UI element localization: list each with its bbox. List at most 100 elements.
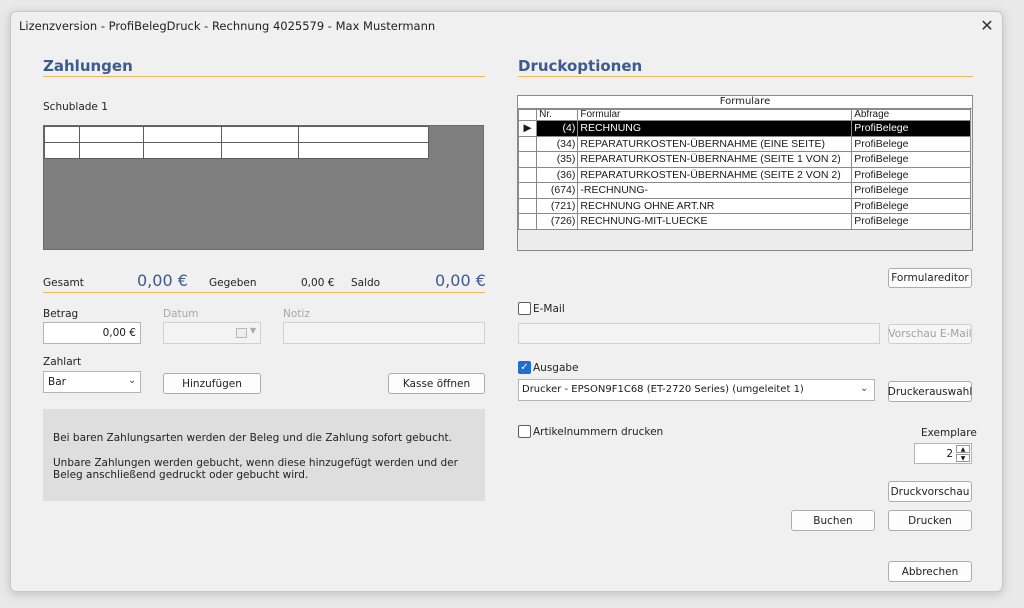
form-query: ProfiBelege: [851, 182, 971, 199]
payment-type-value: Bar: [48, 376, 66, 388]
form-nr: (721): [536, 197, 579, 214]
form-name: RECHNUNG: [577, 120, 853, 137]
payments-heading: Zahlungen: [43, 57, 133, 75]
printer-select[interactable]: Drucker - EPSON9F1C68 (ET-2720 Series) (…: [518, 379, 875, 401]
chevron-down-icon: ⌄: [860, 383, 869, 394]
form-row[interactable]: (34) REPARATURKOSTEN-ÜBERNAHME (EINE SEI…: [517, 135, 971, 152]
form-row[interactable]: (726) RECHNUNG-MIT-LUECKE ProfiBelege: [517, 213, 971, 230]
grid-cell: [143, 126, 222, 143]
form-query: ProfiBelege: [851, 151, 971, 168]
payments-grid-header-row: [44, 126, 429, 143]
info-box: Bei baren Zahlungsarten werden der Beleg…: [43, 409, 485, 501]
article-numbers-checkbox[interactable]: [518, 425, 531, 438]
grid-cell: [221, 142, 299, 159]
form-name: REPARATURKOSTEN-ÜBERNAHME (SEITE 1 VON 2…: [577, 151, 853, 168]
note-label: Notiz: [283, 308, 310, 320]
form-nr: (674): [536, 182, 579, 199]
form-query: ProfiBelege: [851, 135, 971, 152]
close-icon[interactable]: ✕: [977, 16, 997, 36]
grid-cell: [44, 126, 80, 143]
totals-divider: [43, 292, 485, 293]
article-numbers-label: Artikelnummern drucken: [533, 425, 664, 438]
payments-grid[interactable]: [43, 125, 484, 250]
form-name: RECHNUNG OHNE ART.NR: [577, 197, 853, 214]
copies-label: Exemplare: [921, 427, 977, 439]
print-options-heading: Druckoptionen: [518, 57, 643, 75]
date-label: Datum: [163, 308, 199, 320]
printer-select-button[interactable]: Druckerauswahl: [888, 381, 972, 402]
form-nr: (35): [536, 151, 579, 168]
form-editor-button[interactable]: Formulareditor: [888, 268, 972, 288]
form-nr: (726): [536, 213, 579, 230]
column-header-abfrage[interactable]: Abfrage: [851, 109, 971, 121]
row-indicator-header: [517, 109, 538, 121]
printer-select-value: Drucker - EPSON9F1C68 (ET-2720 Series) (…: [522, 384, 804, 395]
form-name: RECHNUNG-MIT-LUECKE: [577, 213, 853, 230]
forms-grid: Nr. Formular Abfrage ▶ (4) RECHNUNG Prof…: [517, 109, 971, 230]
payment-type-select[interactable]: Bar ⌄: [43, 371, 141, 393]
balance-value: 0,00 €: [435, 271, 486, 290]
note-input: [283, 322, 485, 344]
print-preview-button[interactable]: Druckvorschau: [888, 481, 972, 502]
form-row[interactable]: (35) REPARATURKOSTEN-ÜBERNAHME (SEITE 1 …: [517, 151, 971, 168]
date-picker: ▼: [163, 322, 261, 344]
payment-type-label: Zahlart: [43, 356, 82, 368]
grid-cell: [44, 142, 80, 159]
form-nr: (34): [536, 135, 579, 152]
form-row[interactable]: (674) -RECHNUNG- ProfiBelege: [517, 182, 971, 199]
row-indicator: [517, 213, 538, 230]
forms-table[interactable]: Formulare Nr. Formular Abfrage ▶ (4) REC…: [517, 95, 973, 251]
row-indicator: [517, 197, 538, 214]
amount-label: Betrag: [43, 308, 79, 320]
given-label: Gegeben: [209, 277, 257, 289]
spin-up-icon[interactable]: ▲: [956, 445, 970, 453]
total-value: 0,00 €: [137, 271, 188, 290]
grid-cell: [79, 126, 144, 143]
output-checkbox-checkmark-icon[interactable]: ✓: [518, 361, 531, 374]
form-query: ProfiBelege: [851, 213, 971, 230]
form-name: REPARATURKOSTEN-ÜBERNAHME (SEITE 2 VON 2…: [577, 166, 853, 183]
email-checkbox[interactable]: [518, 302, 531, 315]
form-nr: (4): [536, 120, 579, 137]
output-checkbox-row[interactable]: ✓ Ausgabe: [518, 361, 579, 374]
grid-cell: [298, 142, 429, 159]
add-payment-button[interactable]: Hinzufügen: [163, 373, 261, 394]
payments-grid-row[interactable]: [44, 142, 429, 159]
form-row[interactable]: (36) REPARATURKOSTEN-ÜBERNAHME (SEITE 2 …: [517, 166, 971, 183]
form-query: ProfiBelege: [851, 166, 971, 183]
form-name: REPARATURKOSTEN-ÜBERNAHME (EINE SEITE): [577, 135, 853, 152]
print-button[interactable]: Drucken: [888, 510, 972, 531]
form-name: -RECHNUNG-: [577, 182, 853, 199]
article-numbers-checkbox-row[interactable]: Artikelnummern drucken: [518, 425, 663, 438]
spin-down-icon[interactable]: ▼: [956, 454, 970, 462]
preview-email-button: Vorschau E-Mail: [888, 324, 972, 344]
copies-value: 2: [946, 448, 953, 460]
title-bar: Lizenzversion - ProfiBelegDruck - Rechnu…: [11, 12, 1002, 40]
email-address-input: [518, 323, 880, 344]
output-label: Ausgabe: [533, 361, 579, 374]
payments-heading-divider: [43, 76, 485, 77]
row-indicator: [517, 166, 538, 183]
row-indicator: [517, 151, 538, 168]
column-header-nr[interactable]: Nr.: [536, 109, 579, 121]
balance-label: Saldo: [351, 277, 381, 289]
form-row[interactable]: ▶ (4) RECHNUNG ProfiBelege: [517, 120, 971, 137]
info-text-noncash: Unbare Zahlungen werden gebucht, wenn di…: [53, 457, 458, 481]
copies-spinner[interactable]: 2 ▲ ▼: [914, 443, 972, 464]
calendar-icon: [236, 328, 247, 338]
email-label: E-Mail: [533, 302, 565, 315]
forms-table-caption: Formulare: [518, 96, 972, 109]
chevron-down-icon: ▼: [250, 326, 257, 335]
info-text-cash: Bei baren Zahlungsarten werden der Beleg…: [53, 432, 452, 444]
form-query: ProfiBelege: [851, 120, 971, 137]
book-button[interactable]: Buchen: [791, 510, 875, 531]
email-checkbox-row[interactable]: E-Mail: [518, 302, 565, 315]
grid-cell: [298, 126, 429, 143]
form-row[interactable]: (721) RECHNUNG OHNE ART.NR ProfiBelege: [517, 197, 971, 214]
column-header-formular[interactable]: Formular: [577, 109, 853, 121]
cancel-button[interactable]: Abbrechen: [888, 561, 972, 582]
amount-input[interactable]: 0,00 €: [43, 322, 141, 344]
print-options-heading-divider: [518, 76, 973, 77]
open-cash-drawer-button[interactable]: Kasse öffnen: [388, 373, 485, 394]
grid-cell: [143, 142, 222, 159]
